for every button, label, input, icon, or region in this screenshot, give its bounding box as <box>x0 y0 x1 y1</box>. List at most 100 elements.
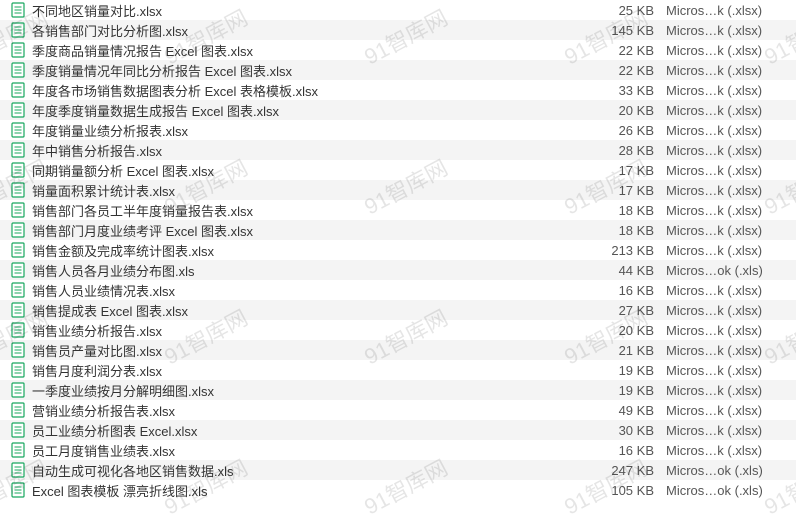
file-size: 247 KB <box>586 463 666 478</box>
file-name: 销售人员各月业绩分布图.xls <box>28 261 586 280</box>
file-name: 销售人员业绩情况表.xlsx <box>28 281 586 300</box>
excel-file-icon <box>8 102 28 118</box>
file-name: 销售部门各员工半年度销量报告表.xlsx <box>28 201 586 220</box>
file-row[interactable]: 员工业绩分析图表 Excel.xlsx30 KBMicros…k (.xlsx) <box>0 420 796 440</box>
file-kind: Micros…k (.xlsx) <box>666 23 786 38</box>
file-row[interactable]: 销售金额及完成率统计图表.xlsx213 KBMicros…k (.xlsx) <box>0 240 796 260</box>
file-kind: Micros…ok (.xls) <box>666 263 786 278</box>
excel-file-icon <box>8 462 28 478</box>
file-row[interactable]: 季度商品销量情况报告 Excel 图表.xlsx22 KBMicros…k (.… <box>0 40 796 60</box>
file-name: 自动生成可视化各地区销售数据.xls <box>28 461 586 480</box>
excel-file-icon <box>8 182 28 198</box>
file-size: 21 KB <box>586 343 666 358</box>
excel-file-icon <box>8 22 28 38</box>
excel-file-icon <box>8 142 28 158</box>
file-row[interactable]: 各销售部门对比分析图.xlsx145 KBMicros…k (.xlsx) <box>0 20 796 40</box>
file-name: 销售员产量对比图.xlsx <box>28 341 586 360</box>
file-size: 213 KB <box>586 243 666 258</box>
file-name: 员工月度销售业绩表.xlsx <box>28 441 586 460</box>
file-name: 销量面积累计统计表.xlsx <box>28 181 586 200</box>
file-size: 22 KB <box>586 63 666 78</box>
excel-file-icon <box>8 202 28 218</box>
file-size: 22 KB <box>586 43 666 58</box>
file-name: 年度季度销量数据生成报告 Excel 图表.xlsx <box>28 101 586 120</box>
file-row[interactable]: 销售业绩分析报告.xlsx20 KBMicros…k (.xlsx) <box>0 320 796 340</box>
excel-file-icon <box>8 302 28 318</box>
file-size: 20 KB <box>586 323 666 338</box>
excel-file-icon <box>8 402 28 418</box>
file-kind: Micros…k (.xlsx) <box>666 183 786 198</box>
excel-file-icon <box>8 322 28 338</box>
file-name: 一季度业绩按月分解明细图.xlsx <box>28 381 586 400</box>
file-row[interactable]: 自动生成可视化各地区销售数据.xls247 KBMicros…ok (.xls) <box>0 460 796 480</box>
file-size: 16 KB <box>586 443 666 458</box>
file-name: 员工业绩分析图表 Excel.xlsx <box>28 421 586 440</box>
file-kind: Micros…k (.xlsx) <box>666 423 786 438</box>
file-name: 季度销量情况年同比分析报告 Excel 图表.xlsx <box>28 61 586 80</box>
excel-file-icon <box>8 442 28 458</box>
file-row[interactable]: 年中销售分析报告.xlsx28 KBMicros…k (.xlsx) <box>0 140 796 160</box>
file-row[interactable]: 不同地区销量对比.xlsx25 KBMicros…k (.xlsx) <box>0 0 796 20</box>
file-kind: Micros…k (.xlsx) <box>666 83 786 98</box>
file-size: 49 KB <box>586 403 666 418</box>
file-kind: Micros…k (.xlsx) <box>666 283 786 298</box>
file-row[interactable]: 年度销量业绩分析报表.xlsx26 KBMicros…k (.xlsx) <box>0 120 796 140</box>
file-row[interactable]: 一季度业绩按月分解明细图.xlsx19 KBMicros…k (.xlsx) <box>0 380 796 400</box>
file-kind: Micros…k (.xlsx) <box>666 123 786 138</box>
excel-file-icon <box>8 242 28 258</box>
file-size: 145 KB <box>586 23 666 38</box>
file-row[interactable]: 营销业绩分析报告表.xlsx49 KBMicros…k (.xlsx) <box>0 400 796 420</box>
file-row[interactable]: 员工月度销售业绩表.xlsx16 KBMicros…k (.xlsx) <box>0 440 796 460</box>
file-row[interactable]: 销售人员各月业绩分布图.xls44 KBMicros…ok (.xls) <box>0 260 796 280</box>
file-kind: Micros…k (.xlsx) <box>666 403 786 418</box>
file-name: 各销售部门对比分析图.xlsx <box>28 21 586 40</box>
file-row[interactable]: 季度销量情况年同比分析报告 Excel 图表.xlsx22 KBMicros…k… <box>0 60 796 80</box>
file-size: 18 KB <box>586 223 666 238</box>
file-row[interactable]: 销售人员业绩情况表.xlsx16 KBMicros…k (.xlsx) <box>0 280 796 300</box>
file-row[interactable]: 销量面积累计统计表.xlsx17 KBMicros…k (.xlsx) <box>0 180 796 200</box>
file-row[interactable]: 销售提成表 Excel 图表.xlsx27 KBMicros…k (.xlsx) <box>0 300 796 320</box>
file-size: 30 KB <box>586 423 666 438</box>
file-row[interactable]: 年度各市场销售数据图表分析 Excel 表格模板.xlsx33 KBMicros… <box>0 80 796 100</box>
file-name: 年中销售分析报告.xlsx <box>28 141 586 160</box>
file-size: 25 KB <box>586 3 666 18</box>
file-name: 季度商品销量情况报告 Excel 图表.xlsx <box>28 41 586 60</box>
excel-file-icon <box>8 122 28 138</box>
file-size: 19 KB <box>586 383 666 398</box>
file-size: 33 KB <box>586 83 666 98</box>
file-name: 销售业绩分析报告.xlsx <box>28 321 586 340</box>
file-row[interactable]: Excel 图表模板 漂亮折线图.xls105 KBMicros…ok (.xl… <box>0 480 796 500</box>
file-kind: Micros…k (.xlsx) <box>666 3 786 18</box>
file-name: 销售部门月度业绩考评 Excel 图表.xlsx <box>28 221 586 240</box>
excel-file-icon <box>8 362 28 378</box>
file-kind: Micros…k (.xlsx) <box>666 63 786 78</box>
file-list: 不同地区销量对比.xlsx25 KBMicros…k (.xlsx) 各销售部门… <box>0 0 796 500</box>
excel-file-icon <box>8 262 28 278</box>
excel-file-icon <box>8 382 28 398</box>
file-name: 销售金额及完成率统计图表.xlsx <box>28 241 586 260</box>
file-kind: Micros…k (.xlsx) <box>666 303 786 318</box>
file-name: 不同地区销量对比.xlsx <box>28 1 586 20</box>
file-size: 16 KB <box>586 283 666 298</box>
file-name: Excel 图表模板 漂亮折线图.xls <box>28 481 586 500</box>
file-row[interactable]: 销售部门月度业绩考评 Excel 图表.xlsx18 KBMicros…k (.… <box>0 220 796 240</box>
file-size: 17 KB <box>586 183 666 198</box>
file-row[interactable]: 年度季度销量数据生成报告 Excel 图表.xlsx20 KBMicros…k … <box>0 100 796 120</box>
file-kind: Micros…k (.xlsx) <box>666 103 786 118</box>
file-name: 年度销量业绩分析报表.xlsx <box>28 121 586 140</box>
file-size: 20 KB <box>586 103 666 118</box>
excel-file-icon <box>8 42 28 58</box>
excel-file-icon <box>8 162 28 178</box>
file-row[interactable]: 销售部门各员工半年度销量报告表.xlsx18 KBMicros…k (.xlsx… <box>0 200 796 220</box>
excel-file-icon <box>8 82 28 98</box>
file-row[interactable]: 销售员产量对比图.xlsx21 KBMicros…k (.xlsx) <box>0 340 796 360</box>
excel-file-icon <box>8 342 28 358</box>
file-name: 营销业绩分析报告表.xlsx <box>28 401 586 420</box>
file-row[interactable]: 销售月度利润分表.xlsx19 KBMicros…k (.xlsx) <box>0 360 796 380</box>
file-size: 28 KB <box>586 143 666 158</box>
file-row[interactable]: 同期销量额分析 Excel 图表.xlsx17 KBMicros…k (.xls… <box>0 160 796 180</box>
excel-file-icon <box>8 422 28 438</box>
file-kind: Micros…k (.xlsx) <box>666 43 786 58</box>
excel-file-icon <box>8 482 28 498</box>
file-name: 销售提成表 Excel 图表.xlsx <box>28 301 586 320</box>
